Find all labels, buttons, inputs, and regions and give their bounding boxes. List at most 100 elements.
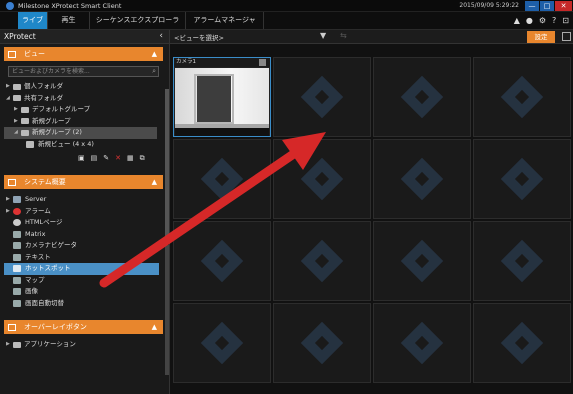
tabbar-icon-group: ▲ ● ⚙ ? ⊡ (514, 16, 569, 26)
system-item-text[interactable]: テキスト (4, 252, 169, 264)
layout-icon[interactable]: ▦ (127, 154, 134, 163)
empty-view-tile[interactable] (173, 303, 271, 383)
collapse-sidebar-icon[interactable]: ‹ (159, 31, 163, 41)
expand-arrow-icon[interactable]: ▶ (6, 206, 13, 218)
empty-view-tile[interactable] (473, 303, 571, 383)
chevron-up-icon[interactable]: ▲ (152, 178, 157, 186)
search-placeholder: ビューおよびカメラを検索... (12, 68, 90, 75)
tab-live[interactable]: ライブ (18, 12, 48, 29)
system-item-label: マップ (25, 275, 45, 284)
text-icon (13, 253, 21, 261)
view-grid-icon (26, 140, 34, 148)
empty-view-tile[interactable] (473, 221, 571, 301)
delete-icon[interactable]: ✕ (115, 154, 121, 163)
view-search-input[interactable]: ビューおよびカメラを検索... ⌕ (8, 66, 159, 77)
record-icon[interactable]: ● (526, 16, 533, 26)
server-icon (13, 196, 21, 204)
tree-item-label: デフォルトグループ (32, 105, 91, 113)
fullscreen-icon[interactable] (562, 32, 571, 41)
overlay-buttons-section-header[interactable]: オーバーレイボタン ▲ (4, 320, 163, 334)
sidebar-scrollbar[interactable] (165, 89, 169, 239)
camera-record-icon[interactable] (259, 59, 266, 66)
system-item-hotspot[interactable]: ホットスポット (4, 263, 159, 275)
dropdown-arrow-icon[interactable]: ▼ (320, 31, 326, 40)
placeholder-logo-icon (200, 239, 244, 283)
empty-view-tile[interactable] (273, 139, 371, 219)
screen-icon[interactable]: ⊡ (562, 16, 569, 26)
chevron-up-icon[interactable]: ▲ (152, 323, 157, 331)
empty-view-tile[interactable] (173, 139, 271, 219)
tree-item-new-group-2[interactable]: ◢ 新規グループ (2) (4, 127, 157, 139)
folder-icon (13, 341, 21, 348)
empty-view-tile[interactable] (373, 139, 471, 219)
tab-alarm-manager[interactable]: アラームマネージャ (186, 12, 264, 29)
empty-view-tile[interactable] (273, 221, 371, 301)
views-section-header[interactable]: ビュー ▲ (4, 47, 163, 61)
tree-item-new-view[interactable]: 新規ビュー (4 x 4) (4, 139, 169, 151)
tree-item-label: 個人フォルダ (24, 82, 63, 90)
system-item-label: Server (25, 195, 47, 203)
views-section-label: ビュー (24, 50, 45, 58)
tree-item-new-group[interactable]: ▶ 新規グループ (4, 116, 169, 128)
rename-icon[interactable]: ✎ (103, 154, 109, 163)
empty-view-tile[interactable] (273, 303, 371, 383)
tree-item-private-folder[interactable]: ▶ 個人フォルダ (4, 81, 169, 93)
app-title: Milestone XProtect Smart Client (18, 1, 122, 10)
system-tree: ▶ Server ▶ アラーム HTMLページ Matrix カメラナビゲータ … (0, 194, 169, 309)
empty-view-tile[interactable] (373, 57, 471, 137)
collapse-arrow-icon[interactable]: ◢ (14, 127, 21, 139)
folder-icon (13, 83, 21, 90)
system-item-alarm[interactable]: ▶ アラーム (4, 206, 169, 218)
expand-arrow-icon[interactable]: ▶ (6, 81, 13, 93)
copy-icon[interactable]: ⧉ (140, 154, 145, 163)
expand-arrow-icon[interactable]: ▶ (14, 116, 21, 128)
system-item-camera-navigator[interactable]: カメラナビゲータ (4, 240, 169, 252)
collapse-arrow-icon[interactable]: ◢ (6, 93, 13, 105)
system-item-label: HTMLページ (25, 218, 63, 226)
sidebar-scrollbar-lower[interactable] (165, 245, 169, 375)
camera-tile-header: カメラ1 (174, 58, 270, 67)
new-group-icon[interactable]: ▣ (78, 154, 85, 163)
system-item-map[interactable]: マップ (4, 275, 169, 287)
chevron-up-icon[interactable]: ▲ (152, 50, 157, 58)
camera-tile[interactable]: カメラ1 (173, 57, 271, 137)
system-overview-section-header[interactable]: システム概要 ▲ (4, 175, 163, 189)
new-view-icon[interactable]: ▤ (91, 154, 98, 163)
tree-item-default-group[interactable]: ▶ デフォルトグループ (4, 104, 169, 116)
system-item-label: ホットスポット (25, 264, 71, 272)
view-selector[interactable]: <ビューを選択> (174, 32, 224, 42)
tab-sequence-explorer[interactable]: シーケンスエクスプローラ (90, 12, 186, 29)
setup-button[interactable]: 設定 (527, 31, 555, 43)
overlay-item-application[interactable]: ▶ アプリケーション (4, 339, 169, 351)
tree-item-label: 新規グループ (32, 116, 71, 125)
system-item-matrix[interactable]: Matrix (4, 229, 169, 241)
help-icon[interactable]: ? (552, 16, 556, 26)
tree-item-shared-folder[interactable]: ◢ 共有フォルダ (4, 93, 169, 105)
placeholder-logo-icon (200, 157, 244, 201)
swap-icon: ⇆ (340, 31, 347, 40)
search-icon[interactable]: ⌕ (152, 67, 156, 76)
empty-view-tile[interactable] (273, 57, 371, 137)
close-button[interactable]: ✕ (555, 1, 572, 11)
status-icon[interactable]: ▲ (514, 16, 520, 26)
system-item-carousel[interactable]: 画面自動切替 (4, 298, 169, 310)
empty-view-tile[interactable] (473, 139, 571, 219)
empty-view-tile[interactable] (173, 221, 271, 301)
empty-view-tile[interactable] (473, 57, 571, 137)
empty-view-tile[interactable] (373, 221, 471, 301)
maximize-button[interactable]: □ (540, 1, 554, 11)
system-item-image[interactable]: 画像 (4, 286, 169, 298)
system-item-html-page[interactable]: HTMLページ (4, 217, 169, 229)
system-item-label: アラーム (25, 206, 51, 215)
expand-arrow-icon[interactable]: ▶ (6, 194, 13, 206)
minimize-button[interactable]: — (525, 1, 539, 11)
expand-arrow-icon[interactable]: ▶ (6, 339, 13, 351)
folder-icon (21, 129, 29, 136)
settings-gear-icon[interactable]: ⚙ (539, 16, 546, 26)
system-item-server[interactable]: ▶ Server (4, 194, 169, 206)
camera-navigator-icon (13, 242, 21, 250)
expand-arrow-icon[interactable]: ▶ (14, 104, 21, 116)
camera-video-feed[interactable] (175, 68, 269, 136)
tab-playback[interactable]: 再生 (48, 12, 90, 29)
empty-view-tile[interactable] (373, 303, 471, 383)
